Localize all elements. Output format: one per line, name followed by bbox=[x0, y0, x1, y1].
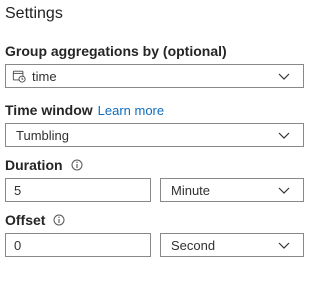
chevron-down-icon bbox=[278, 242, 290, 249]
settings-heading: Settings bbox=[5, 5, 63, 22]
duration-unit-dropdown[interactable]: Minute bbox=[160, 178, 304, 202]
offset-input[interactable] bbox=[5, 233, 151, 257]
time-window-label-text: Time window bbox=[5, 102, 93, 118]
duration-input[interactable] bbox=[5, 178, 151, 202]
info-icon[interactable] bbox=[71, 159, 83, 171]
offset-label-text: Offset bbox=[5, 212, 46, 228]
chevron-down-icon bbox=[278, 73, 290, 80]
group-aggregations-dropdown[interactable]: time bbox=[5, 64, 304, 88]
calendar-clock-icon bbox=[12, 70, 26, 83]
chevron-down-icon bbox=[278, 187, 290, 194]
duration-label: Duration bbox=[5, 157, 83, 173]
time-window-dropdown[interactable]: Tumbling bbox=[5, 123, 304, 147]
offset-unit-dropdown[interactable]: Second bbox=[160, 233, 304, 257]
time-window-label: Time window Learn more bbox=[5, 102, 164, 118]
time-window-value: Tumbling bbox=[16, 127, 69, 143]
group-aggregations-label: Group aggregations by (optional) bbox=[5, 43, 227, 59]
offset-unit-value: Second bbox=[171, 237, 216, 253]
info-icon[interactable] bbox=[53, 214, 65, 226]
duration-label-text: Duration bbox=[5, 157, 63, 173]
group-aggregations-value: time bbox=[32, 68, 57, 84]
group-aggregations-label-text: Group aggregations by (optional) bbox=[5, 43, 227, 59]
learn-more-link[interactable]: Learn more bbox=[98, 103, 164, 118]
chevron-down-icon bbox=[278, 132, 290, 139]
duration-value-field[interactable] bbox=[6, 182, 150, 198]
offset-label: Offset bbox=[5, 212, 65, 228]
duration-unit-value: Minute bbox=[171, 182, 211, 198]
offset-value-field[interactable] bbox=[6, 237, 150, 253]
